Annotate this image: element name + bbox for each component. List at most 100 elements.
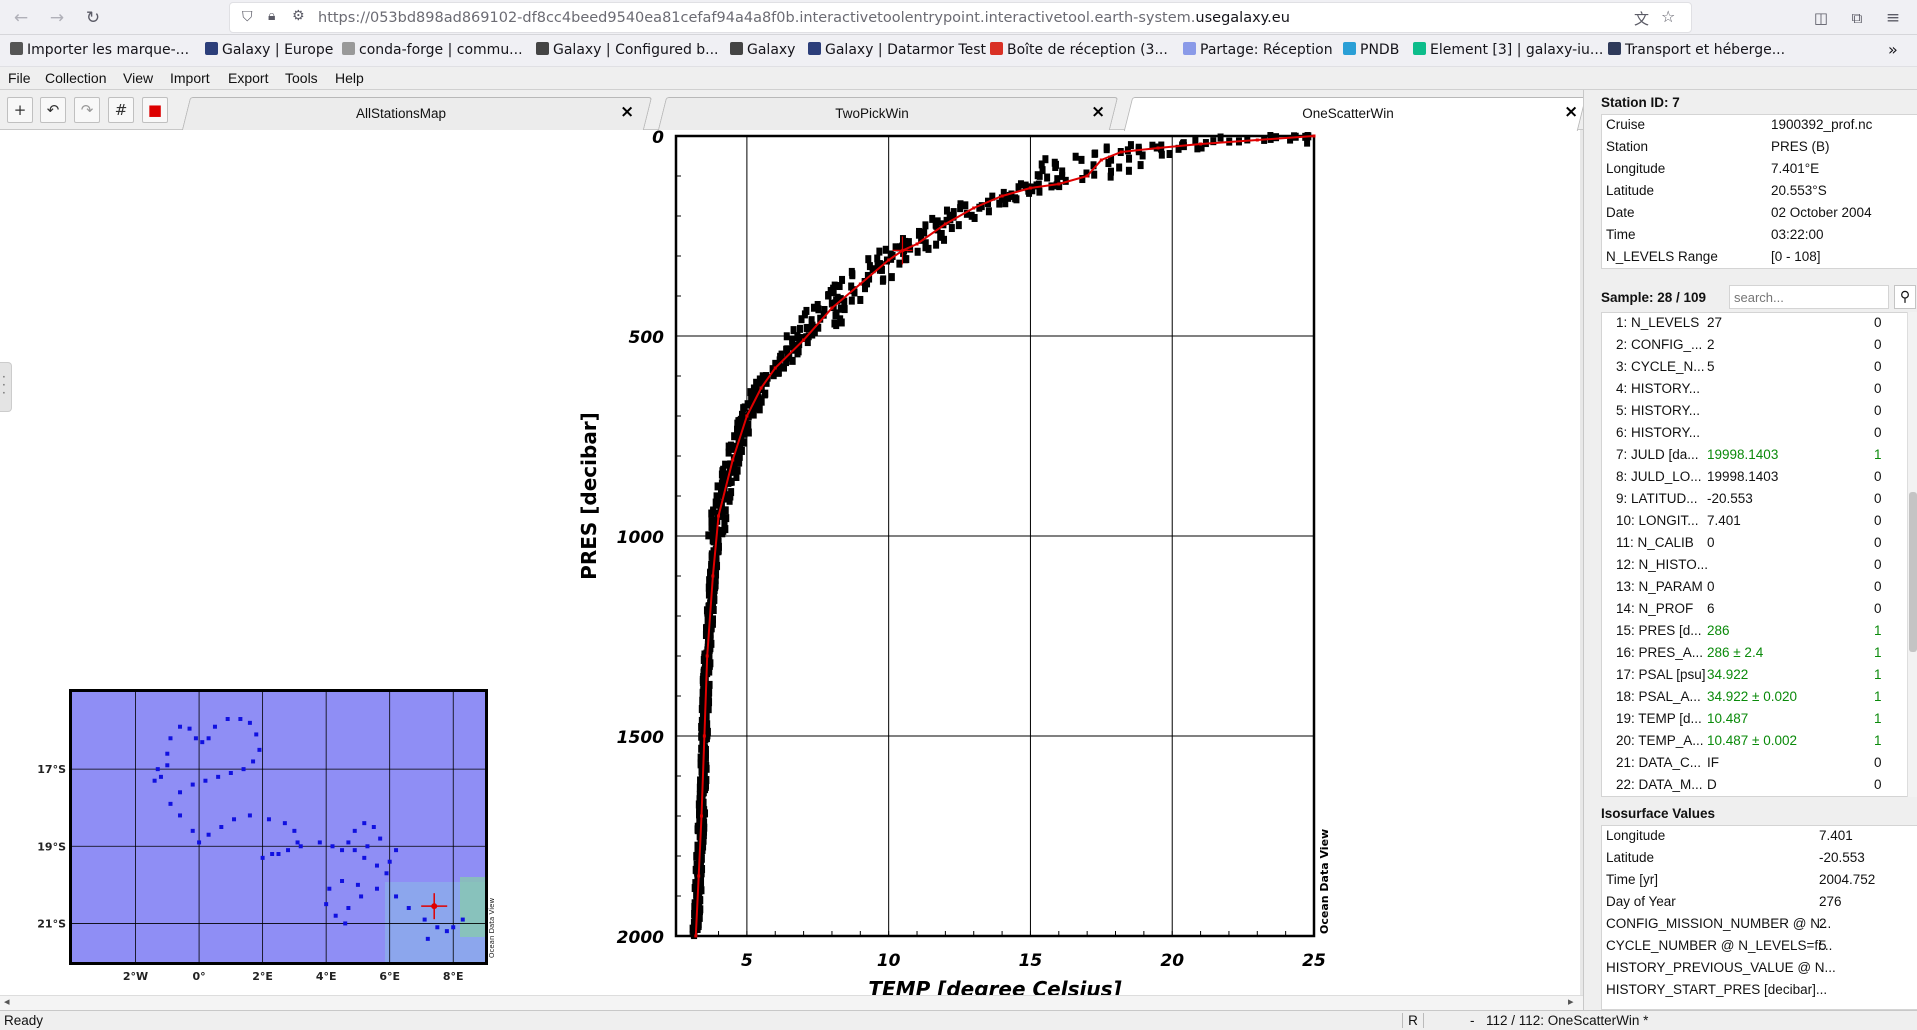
sample-row[interactable]: 2: CONFIG_... 2 0 bbox=[1602, 335, 1912, 357]
map-station-marker[interactable] bbox=[152, 778, 157, 783]
sample-row[interactable]: 3: CYCLE_N... 5 0 bbox=[1602, 357, 1912, 379]
bookmark-star-icon[interactable]: ☆ bbox=[1661, 7, 1675, 26]
bookmark-item[interactable]: Importer les marque-... bbox=[10, 42, 189, 58]
map-station-marker[interactable] bbox=[241, 767, 246, 772]
sample-search-field[interactable] bbox=[1734, 287, 1884, 307]
horizontal-scrollbar[interactable]: ◂ ▸ bbox=[0, 995, 1583, 1010]
map-station-marker[interactable] bbox=[266, 817, 271, 822]
selected-profile-point[interactable] bbox=[943, 222, 947, 226]
map-station-marker[interactable] bbox=[200, 740, 205, 745]
bookmark-item[interactable]: Galaxy | Configured b... bbox=[536, 42, 719, 58]
bookmark-item[interactable]: Galaxy | Datarmor Test bbox=[808, 42, 986, 58]
selected-profile-point[interactable] bbox=[830, 306, 834, 310]
map-station-marker[interactable] bbox=[295, 840, 300, 845]
sample-row[interactable]: 10: LONGIT... 7.401 0 bbox=[1602, 511, 1912, 533]
panel-drag-handle[interactable]: · · · bbox=[0, 362, 12, 412]
map-station-marker[interactable] bbox=[444, 929, 449, 934]
map-station-marker[interactable] bbox=[251, 759, 256, 764]
redo-icon[interactable]: ↷ bbox=[74, 97, 100, 123]
bookmark-item[interactable]: conda-forge | commu... bbox=[342, 42, 523, 58]
extensions-icon[interactable]: ⧉ bbox=[1844, 5, 1870, 31]
selected-profile-point[interactable] bbox=[702, 734, 706, 738]
selected-profile-point[interactable] bbox=[694, 934, 698, 938]
map-station-marker[interactable] bbox=[340, 879, 345, 883]
scroll-left-icon[interactable]: ◂ bbox=[4, 995, 10, 1008]
selected-profile-point[interactable] bbox=[1028, 186, 1032, 190]
map-station-marker[interactable] bbox=[362, 855, 367, 860]
map-station-marker[interactable] bbox=[228, 771, 233, 775]
selected-profile-point[interactable] bbox=[1255, 138, 1259, 142]
sample-row[interactable]: 16: PRES_A... 286 ± 2.4 1 bbox=[1602, 643, 1912, 665]
app-menu-icon[interactable]: ≡ bbox=[1880, 5, 1906, 31]
menu-item-import[interactable]: Import bbox=[170, 70, 210, 86]
map-station-marker[interactable] bbox=[387, 859, 392, 864]
close-icon[interactable]: × bbox=[1091, 102, 1105, 122]
sample-row[interactable]: 1: N_LEVELS 27 0 bbox=[1602, 313, 1912, 335]
map-station-marker[interactable] bbox=[232, 817, 237, 822]
lock-icon[interactable]: 🔒︎ bbox=[268, 8, 275, 24]
map-station-marker[interactable] bbox=[374, 863, 379, 868]
map-station-marker[interactable] bbox=[365, 844, 370, 849]
address-bar[interactable]: ⛉ 🔒︎ ⚙ https://053bd898ad869102-df8cc4be… bbox=[229, 2, 1692, 33]
sample-scroll-thumb[interactable] bbox=[1909, 492, 1917, 652]
map-station-marker[interactable] bbox=[374, 886, 379, 891]
selected-profile-point[interactable] bbox=[972, 206, 976, 210]
sample-row[interactable]: 11: N_CALIB 0 0 bbox=[1602, 533, 1912, 555]
map-station-marker[interactable] bbox=[247, 813, 252, 818]
shield-icon[interactable]: ⛉ bbox=[242, 9, 253, 25]
map-station-marker[interactable] bbox=[333, 913, 338, 918]
bookmark-item[interactable]: Galaxy bbox=[730, 42, 795, 58]
sample-row[interactable]: 4: HISTORY... 0 bbox=[1602, 379, 1912, 401]
map-station-marker[interactable] bbox=[352, 828, 357, 833]
map-station-marker[interactable] bbox=[165, 763, 170, 768]
map-station-marker[interactable] bbox=[216, 774, 221, 779]
selected-profile-point[interactable] bbox=[759, 386, 763, 390]
selected-profile-point[interactable] bbox=[700, 814, 704, 818]
close-icon[interactable]: × bbox=[620, 102, 634, 122]
map-station-marker[interactable] bbox=[178, 813, 183, 818]
save-icon[interactable]: ■ bbox=[142, 97, 168, 123]
pocket-icon[interactable]: ◫ bbox=[1808, 5, 1834, 31]
map-station-marker[interactable] bbox=[292, 828, 297, 833]
map-station-marker[interactable] bbox=[190, 782, 195, 787]
map-station-marker[interactable] bbox=[422, 917, 427, 922]
scroll-right-icon[interactable]: ▸ bbox=[1568, 995, 1574, 1008]
selected-profile-point[interactable] bbox=[802, 338, 806, 342]
map-station-marker[interactable] bbox=[203, 778, 208, 783]
permissions-icon[interactable]: ⚙ bbox=[292, 8, 305, 24]
selected-profile-point[interactable] bbox=[1000, 194, 1004, 198]
sample-row[interactable]: 6: HISTORY... 0 bbox=[1602, 423, 1912, 445]
map-station-marker[interactable] bbox=[225, 717, 230, 721]
reload-icon[interactable]: ↻ bbox=[80, 5, 106, 31]
map-station-marker[interactable] bbox=[270, 852, 275, 856]
sample-row[interactable]: 8: JULD_LO... 19998.1403 0 bbox=[1602, 467, 1912, 489]
selected-profile-point[interactable] bbox=[711, 574, 715, 578]
map-station-marker[interactable] bbox=[168, 736, 173, 741]
sample-row[interactable]: 20: TEMP_A... 10.487 ± 0.002 1 bbox=[1602, 731, 1912, 753]
selected-profile-point[interactable] bbox=[773, 366, 777, 370]
sample-row[interactable]: 13: N_PARAM 0 0 bbox=[1602, 577, 1912, 599]
sample-row[interactable]: 5: HISTORY... 0 bbox=[1602, 401, 1912, 423]
sample-row[interactable]: 12: N_HISTO... 0 bbox=[1602, 555, 1912, 577]
sample-search-input[interactable] bbox=[1729, 285, 1889, 309]
selected-profile-point[interactable] bbox=[731, 458, 735, 462]
map-station-marker[interactable] bbox=[206, 832, 211, 837]
menu-item-file[interactable]: File bbox=[8, 70, 31, 86]
map-station-marker[interactable] bbox=[324, 902, 329, 907]
close-icon[interactable]: × bbox=[1564, 102, 1578, 122]
map-station-marker[interactable] bbox=[352, 848, 357, 853]
map-station-marker[interactable] bbox=[282, 821, 287, 826]
map-station-marker[interactable] bbox=[317, 840, 322, 845]
menu-item-collection[interactable]: Collection bbox=[45, 70, 106, 86]
map-station-marker[interactable] bbox=[355, 882, 360, 887]
bookmark-item[interactable]: Galaxy | Europe bbox=[205, 42, 333, 58]
map-station-marker[interactable] bbox=[247, 720, 252, 725]
map-station-marker[interactable] bbox=[193, 736, 198, 741]
station-map[interactable]: 2°W 0° 2°E 4°E 6°E 8°E 17°S 19°S 21°S Ocean Data … bbox=[30, 685, 510, 980]
grid-icon[interactable]: # bbox=[108, 97, 134, 123]
menu-item-help[interactable]: Help bbox=[335, 70, 364, 86]
bookmark-item[interactable]: Element [3] | galaxy-iu... bbox=[1413, 42, 1603, 58]
sample-row[interactable]: 18: PSAL_A... 34.922 ± 0.020 1 bbox=[1602, 687, 1912, 709]
sample-row[interactable]: 15: PRES [d... 286 1 bbox=[1602, 621, 1912, 643]
sample-row[interactable]: 17: PSAL [psu] 34.922 1 bbox=[1602, 665, 1912, 687]
